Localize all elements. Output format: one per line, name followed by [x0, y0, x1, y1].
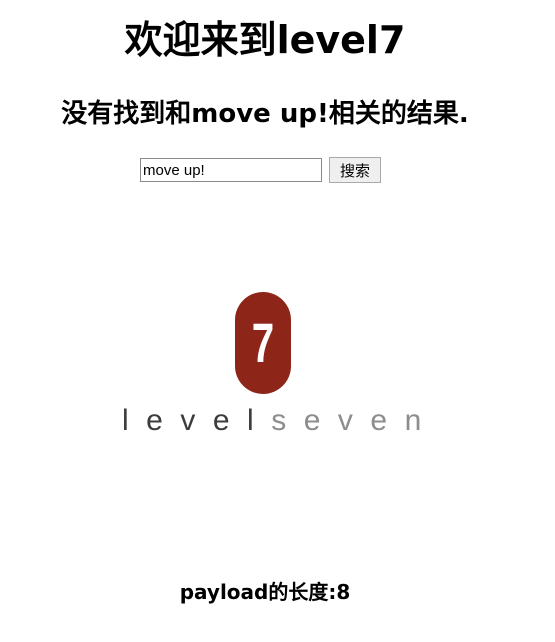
payload-length: payload的长度:8: [179, 580, 351, 604]
logo-wordmark: levelseven: [122, 404, 421, 438]
levelseven-logo: 7 levelseven: [122, 292, 421, 442]
search-input[interactable]: [140, 158, 322, 182]
logo-digit: 7: [251, 311, 275, 374]
logo-word-level: level: [122, 404, 272, 437]
page-title: 欢迎来到level7: [124, 18, 406, 62]
search-result-heading: 没有找到和move up!相关的结果.: [61, 99, 469, 129]
search-button[interactable]: 搜索: [329, 157, 382, 183]
logo-word-seven: seven: [271, 404, 439, 437]
search-form: 搜索: [140, 157, 382, 183]
